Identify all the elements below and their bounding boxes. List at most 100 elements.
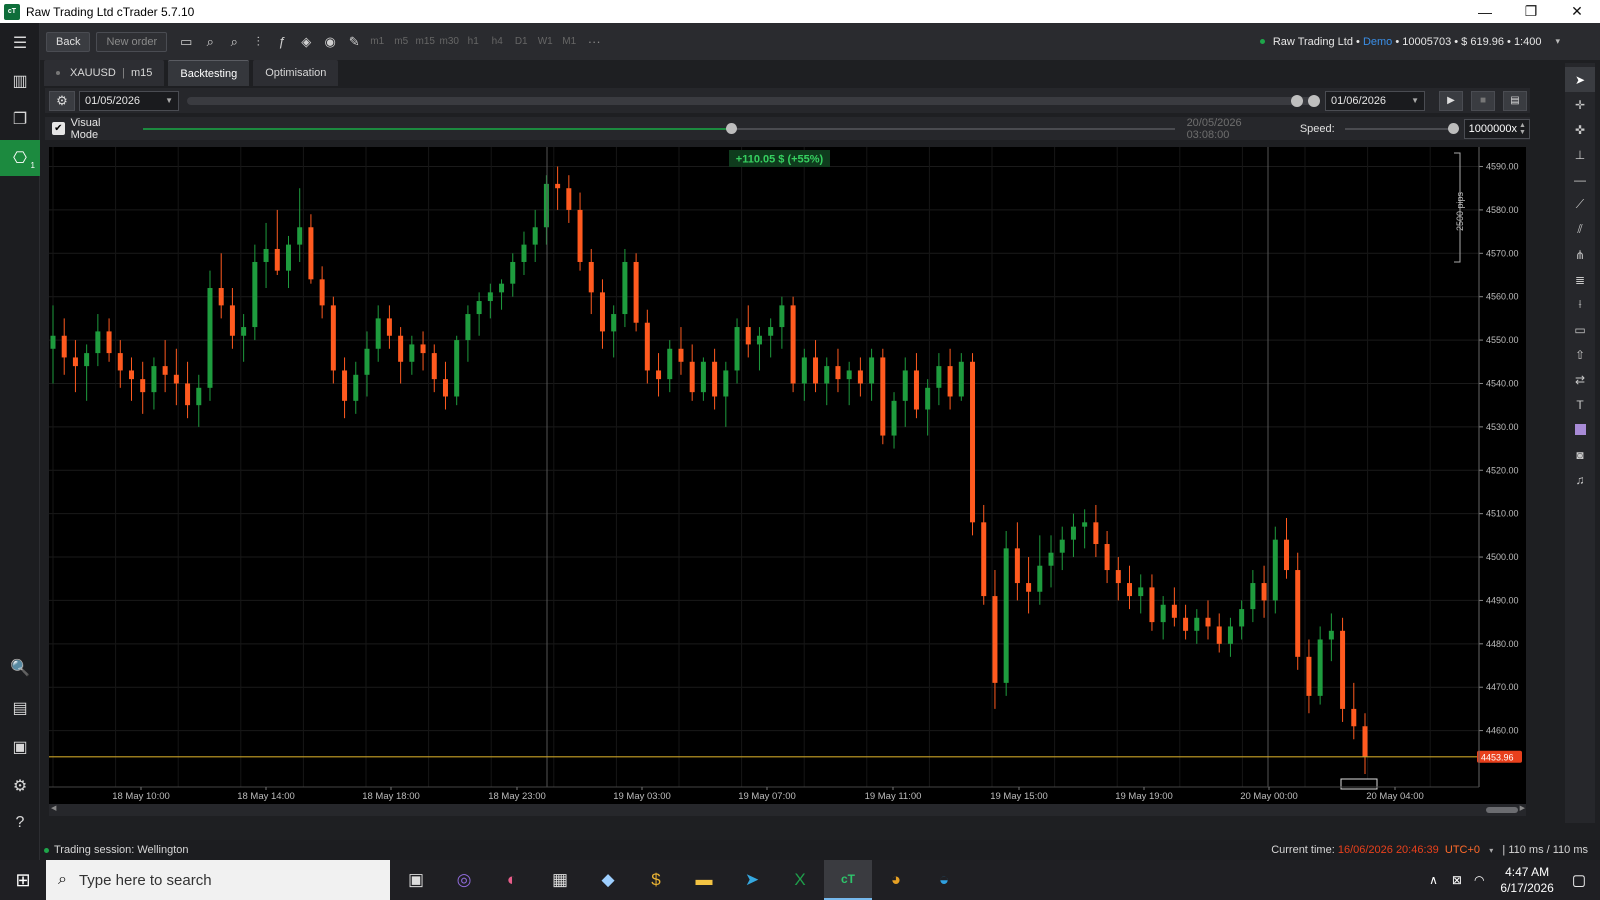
eye-icon[interactable]: ◉ [319,31,341,53]
new-order-button[interactable]: New order [96,31,168,52]
camera-icon[interactable]: ◙ [1565,442,1595,467]
zoom-in-icon[interactable]: ⌕ [223,31,245,53]
tf-mn1[interactable]: M1 [557,36,581,47]
alert-bell-icon[interactable]: ♫ [1565,467,1595,492]
scroll-right-icon[interactable]: ▶ [1520,804,1525,812]
risk-reward-icon[interactable]: ⇄ [1565,367,1595,392]
network-icon[interactable]: ⊠ [1452,873,1462,887]
edge-app-icon[interactable]: ◒ [920,860,968,900]
chart-horizontal-scrollbar[interactable]: ◀ ▶ [49,804,1526,816]
timezone-selector[interactable]: UTC+0 [1445,844,1480,856]
speed-slider[interactable] [1344,122,1459,134]
pitchfork-icon[interactable]: ⋔ [1565,242,1595,267]
color-square-icon[interactable] [1565,417,1595,442]
money-app-icon[interactable]: $ [632,860,680,900]
algo-app-icon[interactable]: ⎔ 1 [0,140,40,176]
layers-icon[interactable]: ◈ [295,31,317,53]
trend-line-icon[interactable]: ⟋ [1565,192,1595,217]
excel-app-icon[interactable]: X [776,860,824,900]
end-date-picker[interactable]: 01/06/2026 ▼ [1325,90,1425,111]
settings-gear-icon[interactable]: ⚙ [0,768,40,804]
range-handle-start[interactable] [1291,94,1303,107]
report-button[interactable]: ▤ [1503,90,1527,111]
range-handle-end[interactable] [1308,94,1320,107]
tf-h1[interactable]: h1 [461,36,485,47]
backtest-progress-slider[interactable] [143,122,1175,134]
tf-h4[interactable]: h4 [485,36,509,47]
more-icon[interactable]: ··· [583,31,605,53]
rectangle-icon[interactable]: ▭ [1565,317,1595,342]
notes-app-icon[interactable]: ◆ [584,860,632,900]
quick-measure-icon[interactable]: ⊥ [1565,142,1595,167]
back-button[interactable]: Back [46,31,91,52]
date-range-slider[interactable] [187,94,1320,107]
candle-body [1295,570,1301,657]
hamburger-menu-icon[interactable]: ☰ [0,25,40,61]
zoom-out-icon[interactable]: ⌕ [199,31,221,53]
text-icon[interactable]: T [1565,392,1595,417]
visual-mode-checkbox[interactable]: ✔ [52,122,65,135]
calculator-app-icon[interactable]: ▦ [536,860,584,900]
store-icon[interactable]: ▤ [0,690,40,726]
scroll-left-icon[interactable]: ◀ [51,804,56,812]
paint-app-icon[interactable]: ◐ [488,860,536,900]
tf-m5[interactable]: m5 [389,36,413,47]
start-date-picker[interactable]: 01/05/2026 ▼ [79,90,179,111]
arrow-up-icon[interactable]: ⇧ [1565,342,1595,367]
horizontal-line-icon[interactable]: — [1565,167,1595,192]
terminal-app-icon[interactable]: ▣ [392,860,440,900]
tf-w1[interactable]: W1 [533,36,557,47]
scroll-thumb[interactable] [1486,807,1518,813]
template-icon[interactable]: ✎ [343,31,365,53]
spinner-arrows-icon[interactable]: ▲ ▼ [1519,122,1526,136]
crosshair-icon[interactable]: ✛ [1565,92,1595,117]
magnet-crosshair-icon[interactable]: ✜ [1565,117,1595,142]
trade-app-icon[interactable]: ▥ [0,63,40,99]
windows-start-icon[interactable]: ⊞ [0,860,46,900]
tab-optimisation[interactable]: Optimisation [253,60,339,86]
backtest-settings-gear-icon[interactable]: ⚙ [49,90,75,111]
fan-icon[interactable]: ⟊ [1565,292,1595,317]
tab-symbol[interactable]: XAUUSD | m15 [44,60,165,86]
tray-chevron-up-icon[interactable]: ∧ [1429,873,1438,887]
ctrader-taskbar-icon[interactable]: cT [824,860,872,900]
account-info[interactable]: Raw Trading Ltd • Demo • 10005703 • $ 61… [1259,23,1560,60]
timezone-chevron-icon[interactable]: ▾ [1489,846,1493,855]
taskbar-search-input[interactable]: ⌕ Type here to search [46,860,390,900]
account-chevron-icon[interactable]: ▾ [1555,36,1560,47]
stop-button[interactable]: ■ [1471,90,1495,111]
telegram-app-icon[interactable]: ➤ [728,860,776,900]
progress-knob[interactable] [726,122,738,134]
close-button[interactable]: ✕ [1554,0,1600,23]
price-chart[interactable]: 4453.96 +110.05 $ (+55%) 2500 pips 4590.00… [49,147,1526,804]
indicators-icon[interactable]: ƒ [271,31,293,53]
tf-m30[interactable]: m30 [437,36,461,47]
play-button[interactable]: ▶ [1439,90,1463,111]
wifi-icon[interactable]: ◠ [1474,873,1484,887]
notification-icon[interactable]: ▢ [1572,871,1586,889]
y-tick-label: 4480.00 [1486,639,1519,649]
tf-d1[interactable]: D1 [509,36,533,47]
minimize-button[interactable]: — [1462,0,1508,23]
restore-button[interactable]: ❐ [1508,0,1554,23]
taskbar-clock[interactable]: 4:47 AM 6/17/2026 [1500,864,1553,896]
speed-input[interactable]: 1000000x ▲ ▼ [1463,118,1530,139]
tf-m1[interactable]: m1 [365,36,389,47]
fibonacci-icon[interactable]: ≣ [1565,267,1595,292]
chevron-down-icon: ▼ [1411,96,1419,105]
help-icon[interactable]: ? [0,805,40,841]
tf-m15[interactable]: m15 [413,36,437,47]
tab-backtesting[interactable]: Backtesting [168,60,250,86]
chrome-app-icon[interactable]: ◕ [872,860,920,900]
wallet-icon[interactable]: ▣ [0,729,40,765]
analyze-icon[interactable]: 🔍 [0,650,40,686]
channel-icon[interactable]: ⫽ [1565,217,1595,242]
layout-icon[interactable]: ▭ [175,31,197,53]
chart-type-icon[interactable]: ⫶ [247,31,269,53]
copy-app-icon[interactable]: ❐ [0,101,40,137]
viber-app-icon[interactable]: ◎ [440,860,488,900]
candlestick-chart[interactable]: 4453.96 +110.05 $ (+55%) 2500 pips 4590.00… [49,147,1526,804]
speed-knob[interactable] [1447,122,1459,134]
file-explorer-icon[interactable]: ▬ [680,860,728,900]
cursor-icon[interactable]: ➤ [1565,67,1595,92]
